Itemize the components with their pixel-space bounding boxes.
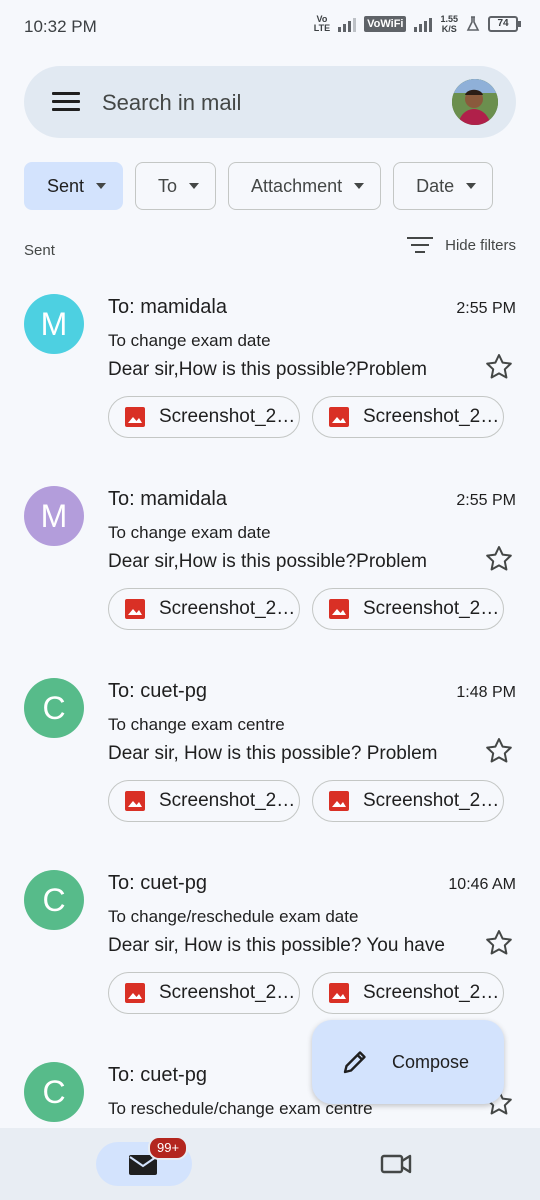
attachment-chip[interactable]: Screenshot_20230529 — [312, 972, 504, 1014]
chevron-down-icon — [189, 183, 200, 189]
sender-avatar[interactable]: C — [24, 870, 84, 930]
sender-avatar[interactable]: C — [24, 1062, 84, 1122]
section-label: Sent — [24, 242, 55, 259]
star-icon[interactable] — [484, 544, 514, 574]
sender-avatar[interactable]: M — [24, 486, 84, 546]
attachment-name: Screenshot_20230529 — [159, 598, 299, 619]
hamburger-menu-icon[interactable] — [52, 92, 80, 112]
image-icon — [329, 407, 349, 427]
image-icon — [125, 599, 145, 619]
mail-subject: To change exam date — [108, 331, 271, 350]
mail-recipient: To: mamidala — [108, 488, 227, 510]
star-icon[interactable] — [484, 736, 514, 766]
filter-chips: Sent To Attachment Date — [24, 162, 494, 210]
mail-row[interactable]: M To: mamidala 2:55 PM To change exam date D… — [0, 472, 540, 664]
chevron-down-icon — [96, 183, 107, 189]
mail-snippet: Dear sir, How is this possible? Problem — [108, 743, 438, 764]
image-icon — [125, 983, 145, 1003]
attachment-chip[interactable]: Screenshot_20230529 — [108, 972, 300, 1014]
video-camera-icon[interactable] — [380, 1150, 412, 1178]
volte-indicator: Vo LTE — [313, 14, 331, 33]
compose-button[interactable]: Compose — [312, 1020, 504, 1104]
attachment-name: Screenshot_20230529 — [159, 406, 299, 427]
attachment-chip[interactable]: Screenshot_20230529 — [108, 780, 300, 822]
nav-mail-tab[interactable]: 99+ — [96, 1136, 192, 1186]
image-icon — [329, 983, 349, 1003]
mail-row[interactable]: C To: cuet-pg 1:48 PM To change exam centre… — [0, 664, 540, 856]
mail-time: 2:55 PM — [456, 492, 516, 509]
filter-chip-date[interactable]: Date — [393, 162, 494, 210]
filter-list-icon — [407, 236, 434, 254]
image-icon — [125, 791, 145, 811]
attachment-chip[interactable]: Screenshot_20230529 — [108, 588, 300, 630]
network-speed: 1.55 K/S — [440, 14, 458, 34]
attachment-name: Screenshot_20230529 — [159, 790, 299, 811]
mail-recipient: To: cuet-pg — [108, 1064, 207, 1086]
search-input[interactable]: Search in mail — [102, 90, 241, 116]
mail-snippet: Dear sir, How is this possible? You have — [108, 935, 445, 956]
mail-recipient: To: mamidala — [108, 296, 227, 318]
chevron-down-icon — [354, 183, 365, 189]
mail-recipient: To: cuet-pg — [108, 872, 207, 894]
attachment-chip[interactable]: Screenshot_20230529 — [312, 588, 504, 630]
mail-time: 10:46 AM — [448, 876, 516, 893]
image-icon — [125, 407, 145, 427]
image-icon — [329, 599, 349, 619]
filter-chip-to[interactable]: To — [135, 162, 217, 210]
sender-avatar[interactable]: M — [24, 294, 84, 354]
mail-subject: To change exam centre — [108, 715, 285, 734]
account-avatar[interactable] — [452, 79, 498, 125]
unread-badge: 99+ — [148, 1136, 189, 1160]
gmail-screen: 10:32 PM Vo LTE VoWiFi 1.55 K/S 74 Search … — [0, 0, 540, 1200]
bottom-navigation: 99+ — [0, 1128, 540, 1200]
image-icon — [329, 791, 349, 811]
status-time: 10:32 PM — [24, 17, 97, 36]
mail-row[interactable]: M To: mamidala 2:55 PM To change exam date D… — [0, 280, 540, 472]
pencil-icon — [343, 1051, 366, 1074]
attachment-chip[interactable]: Screenshot_20230529 — [312, 396, 504, 438]
mail-snippet: Dear sir,How is this possible?Problem — [108, 359, 427, 380]
attachment-name: Screenshot_20230529 — [363, 982, 503, 1003]
mail-time: 2:55 PM — [456, 300, 516, 317]
hide-filters-button[interactable]: Hide filters — [407, 236, 516, 254]
filter-chip-attachment[interactable]: Attachment — [228, 162, 382, 210]
vowifi-indicator: VoWiFi — [364, 16, 407, 32]
chevron-down-icon — [466, 183, 477, 189]
attachment-chip[interactable]: Screenshot_20230529 — [108, 396, 300, 438]
mail-subject: To change exam date — [108, 523, 271, 542]
star-icon[interactable] — [484, 352, 514, 382]
mail-subject: To change/reschedule exam date — [108, 907, 359, 926]
attachment-name: Screenshot_20230529 — [363, 790, 503, 811]
battery-icon: 74 — [488, 16, 521, 32]
attachment-name: Screenshot_20230529 — [363, 406, 503, 427]
attachment-name: Screenshot_20230529 — [363, 598, 503, 619]
search-bar[interactable]: Search in mail — [24, 66, 516, 138]
mail-recipient: To: cuet-pg — [108, 680, 207, 702]
signal-icon-2 — [414, 16, 433, 32]
star-icon[interactable] — [484, 928, 514, 958]
mail-time: 1:48 PM — [456, 684, 516, 701]
mail-snippet: Dear sir,How is this possible?Problem — [108, 551, 427, 572]
signal-icon — [338, 16, 357, 32]
sender-avatar[interactable]: C — [24, 678, 84, 738]
status-bar: 10:32 PM Vo LTE VoWiFi 1.55 K/S 74 — [0, 0, 540, 56]
filter-chip-sent[interactable]: Sent — [24, 162, 124, 210]
status-icons: Vo LTE VoWiFi 1.55 K/S 74 — [313, 14, 521, 34]
flask-icon — [466, 16, 480, 31]
attachment-chip[interactable]: Screenshot_20230529 — [312, 780, 504, 822]
attachment-name: Screenshot_20230529 — [159, 982, 299, 1003]
